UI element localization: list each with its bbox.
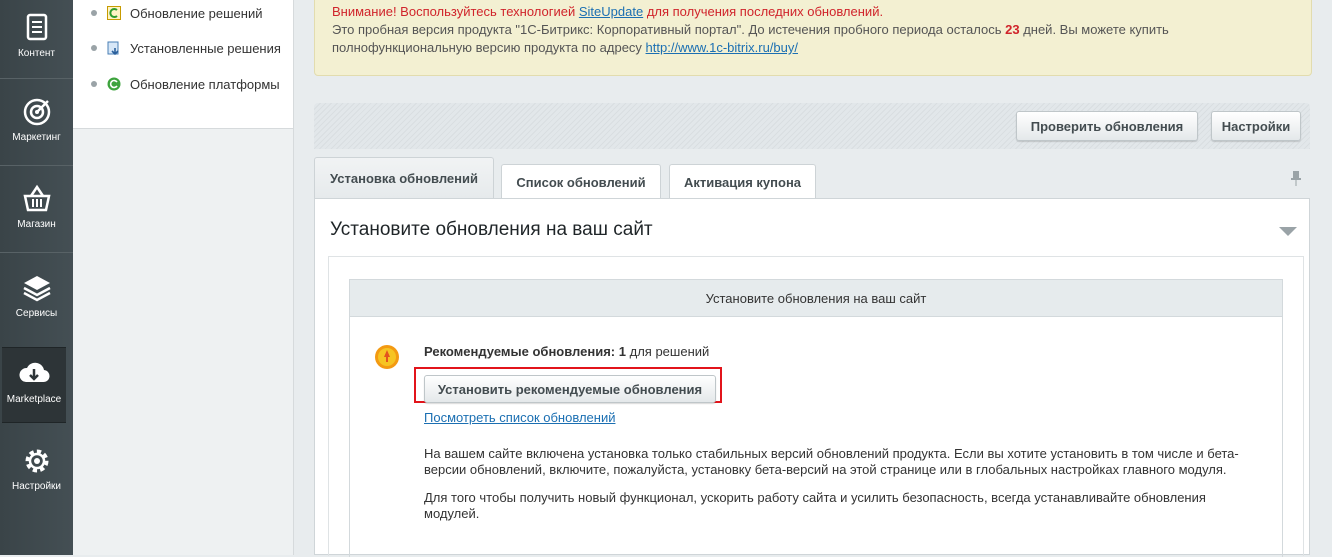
trial-text-end: дней. Вы можете купить — [1019, 22, 1169, 37]
document-icon — [26, 13, 47, 41]
check-updates-button[interactable]: Проверить обновления — [1016, 111, 1198, 141]
tab-coupon-activation[interactable]: Активация купона — [669, 164, 816, 199]
trial-text-start: Это пробная версия продукта "1С-Битрикс:… — [332, 22, 1006, 37]
submenu-label: Обновление платформы — [130, 76, 280, 92]
panel-body: Установите обновления на ваш сайт Рекоме… — [328, 256, 1304, 557]
trial-notice: Внимание! Воспользуйтесь технологией Sit… — [314, 0, 1312, 76]
bullet — [91, 10, 97, 16]
recommended-updates-icon — [375, 345, 399, 369]
security-info-line2: модулей. — [424, 506, 480, 521]
divider — [0, 252, 73, 253]
collapse-arrow-icon[interactable] — [1279, 227, 1297, 236]
submenu-item-installed[interactable]: Установленные решения — [91, 38, 281, 58]
warning-text-end: для получения последних обновлений. — [643, 4, 884, 19]
target-icon — [23, 98, 50, 126]
warning-text: Внимание! Воспользуйтесь технологией — [332, 4, 579, 19]
nav-label: Маркетинг — [12, 132, 61, 143]
gear-icon — [25, 449, 48, 473]
nav-label: Магазин — [17, 219, 56, 230]
nav-shop[interactable]: Магазин — [0, 183, 73, 230]
buy-link[interactable]: http://www.1c-bitrix.ru/buy/ — [646, 40, 798, 55]
updates-panel: Установите обновления на ваш сайт Устано… — [314, 198, 1310, 557]
beta-info-line2: версии обновлений, включите, пожалуйста,… — [424, 462, 1227, 477]
nav-settings[interactable]: Настройки — [0, 445, 73, 492]
submenu-label: Обновление решений — [130, 5, 263, 21]
submenu: Обновление решений Установленные решения… — [73, 0, 294, 555]
trial-text-line2: полнофункциональную версию продукта по а… — [332, 39, 798, 57]
nav-label: Контент — [17, 48, 56, 59]
updates-box: Установите обновления на ваш сайт Рекоме… — [349, 279, 1283, 557]
refresh-icon — [107, 77, 121, 91]
update-icon — [107, 6, 121, 20]
trial-days: 23 — [1005, 22, 1020, 37]
cloud-download-icon — [19, 362, 50, 383]
panel-title: Установите обновления на ваш сайт — [330, 219, 653, 240]
trial-line2-text: полнофункциональную версию продукта по а… — [332, 40, 646, 55]
tab-install-updates[interactable]: Установка обновлений — [314, 157, 494, 199]
recommended-suffix: для решений — [629, 344, 710, 359]
tab-bar: Установка обновлений Список обновлений А… — [314, 157, 1310, 199]
main-content: Внимание! Воспользуйтесь технологией Sit… — [294, 0, 1332, 557]
nav-marketing[interactable]: Маркетинг — [0, 96, 73, 143]
siteupdate-link[interactable]: SiteUpdate — [579, 4, 643, 19]
nav-label: Marketplace — [6, 394, 62, 405]
submenu-label: Установленные решения — [130, 40, 281, 56]
recommended-count: 1 — [618, 344, 626, 359]
nav-label: Сервисы — [15, 308, 58, 319]
nav-marketplace[interactable]: Marketplace — [2, 347, 66, 423]
bullet — [91, 45, 97, 51]
security-info-line1: Для того чтобы получить новый функционал… — [424, 490, 1206, 505]
nav-label: Настройки — [11, 481, 62, 492]
nav-services[interactable]: Сервисы — [0, 272, 73, 319]
tab-update-list[interactable]: Список обновлений — [501, 164, 661, 199]
trial-text: Это пробная версия продукта "1С-Битрикс:… — [332, 21, 1169, 39]
beta-info-line1: На вашем сайте включена установка только… — [424, 446, 1239, 461]
bullet — [91, 81, 97, 87]
submenu-item-platform-update[interactable]: Обновление платформы — [91, 74, 280, 94]
recommended-updates-text: Рекомендуемые обновления: 1 для решений — [424, 344, 709, 359]
submenu-item-solutions-update[interactable]: Обновление решений — [91, 3, 263, 23]
divider — [0, 165, 73, 166]
view-updates-list-link[interactable]: Посмотреть список обновлений — [424, 410, 615, 425]
settings-button[interactable]: Настройки — [1211, 111, 1301, 141]
divider — [0, 78, 73, 79]
installed-icon — [107, 41, 119, 55]
box-header: Установите обновления на ваш сайт — [350, 280, 1282, 317]
layers-icon — [22, 276, 51, 302]
toolbar: Проверить обновления Настройки — [314, 103, 1310, 149]
install-recommended-button[interactable]: Установить рекомендуемые обновления — [424, 375, 716, 403]
basket-icon — [22, 184, 51, 212]
notice-warning: Внимание! Воспользуйтесь технологией Sit… — [332, 3, 883, 21]
pin-icon[interactable] — [1290, 170, 1302, 186]
nav-content[interactable]: Контент — [0, 12, 73, 59]
recommended-label: Рекомендуемые обновления: — [424, 344, 616, 359]
left-icon-bar: Контент Маркетинг Магазин Сервисы Market… — [0, 0, 73, 555]
